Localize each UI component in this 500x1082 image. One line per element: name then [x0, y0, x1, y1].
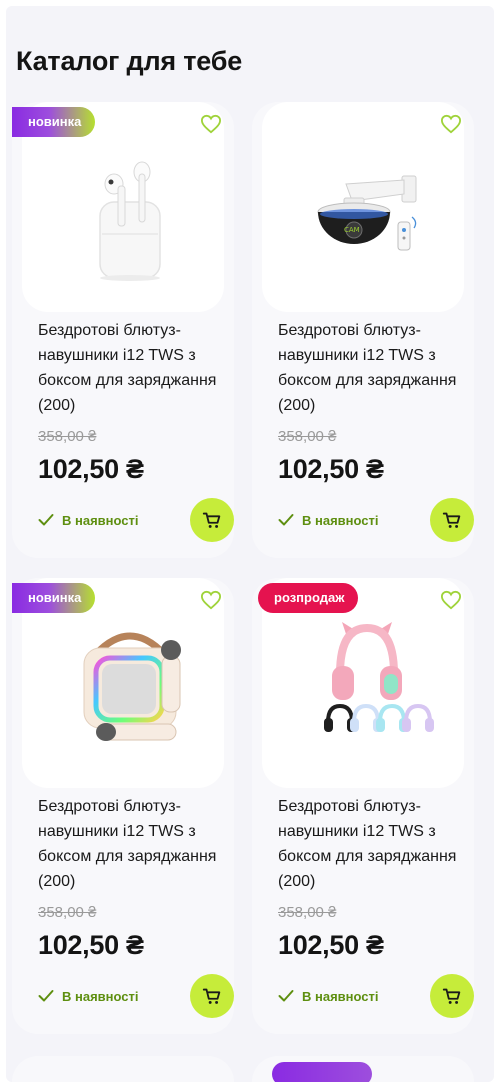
new-badge: новинка: [12, 583, 96, 613]
stock-label: В наявності: [62, 988, 139, 1004]
new-badge: новинка: [12, 107, 96, 137]
cart-icon: [202, 988, 221, 1004]
favorite-heart-icon[interactable]: [440, 114, 462, 134]
stock-label: В наявності: [62, 512, 139, 528]
stock-status: В наявності: [38, 510, 139, 530]
check-icon: [38, 514, 54, 526]
product-title[interactable]: Бездротові блютуз-навушники i12 TWS з бо…: [278, 794, 458, 894]
product-card-partial[interactable]: [12, 1056, 234, 1082]
price: 102,50 ₴: [38, 930, 144, 960]
add-to-cart-button[interactable]: [430, 974, 474, 1018]
old-price: 358,00 ₴: [278, 904, 337, 921]
favorite-heart-icon[interactable]: [200, 114, 222, 134]
old-price: 358,00 ₴: [38, 904, 97, 921]
stock-status: В наявності: [278, 986, 379, 1006]
favorite-heart-icon[interactable]: [200, 590, 222, 610]
price: 102,50 ₴: [38, 454, 144, 484]
section-title: Каталог для тебе: [16, 46, 243, 76]
add-to-cart-button[interactable]: [190, 498, 234, 542]
check-icon: [278, 514, 294, 526]
price: 102,50 ₴: [278, 930, 384, 960]
cart-icon: [202, 512, 221, 528]
check-icon: [278, 990, 294, 1002]
cart-icon: [442, 988, 461, 1004]
old-price: 358,00 ₴: [38, 428, 97, 445]
sale-badge: розпродаж: [258, 583, 359, 613]
favorite-heart-icon[interactable]: [440, 590, 462, 610]
stock-status: В наявності: [278, 510, 379, 530]
product-card-partial[interactable]: [252, 1056, 474, 1082]
product-image[interactable]: CAM: [262, 102, 464, 312]
product-title[interactable]: Бездротові блютуз-навушники i12 TWS з бо…: [278, 318, 458, 418]
svg-text:CAM: CAM: [344, 226, 360, 234]
product-card[interactable]: новинка Бездротові блютуз-навушники i12 …: [12, 102, 234, 558]
badge-partial: [272, 1062, 372, 1082]
cart-icon: [442, 512, 461, 528]
add-to-cart-button[interactable]: [430, 498, 474, 542]
dome-camera-image: CAM: [317, 175, 417, 251]
product-card[interactable]: новинка Бездротові блютуз-навушники i12 …: [12, 578, 234, 1034]
stock-status: В наявності: [38, 986, 139, 1006]
product-title[interactable]: Бездротові блютуз-навушники i12 TWS з бо…: [38, 318, 218, 418]
product-card[interactable]: розпродаж Бездротові блютуз-навушники i1…: [252, 578, 474, 1034]
old-price: 358,00 ₴: [278, 428, 337, 445]
stock-label: В наявності: [302, 512, 379, 528]
add-to-cart-button[interactable]: [190, 974, 234, 1018]
stock-label: В наявності: [302, 988, 379, 1004]
catalog-page: Каталог для тебе новинка Бездротові блют…: [6, 6, 494, 1082]
price: 102,50 ₴: [278, 454, 384, 484]
product-card[interactable]: CAM Бездротові блютуз-навушники i12 TWS …: [252, 102, 474, 558]
product-title[interactable]: Бездротові блютуз-навушники i12 TWS з бо…: [38, 794, 218, 894]
check-icon: [38, 990, 54, 1002]
